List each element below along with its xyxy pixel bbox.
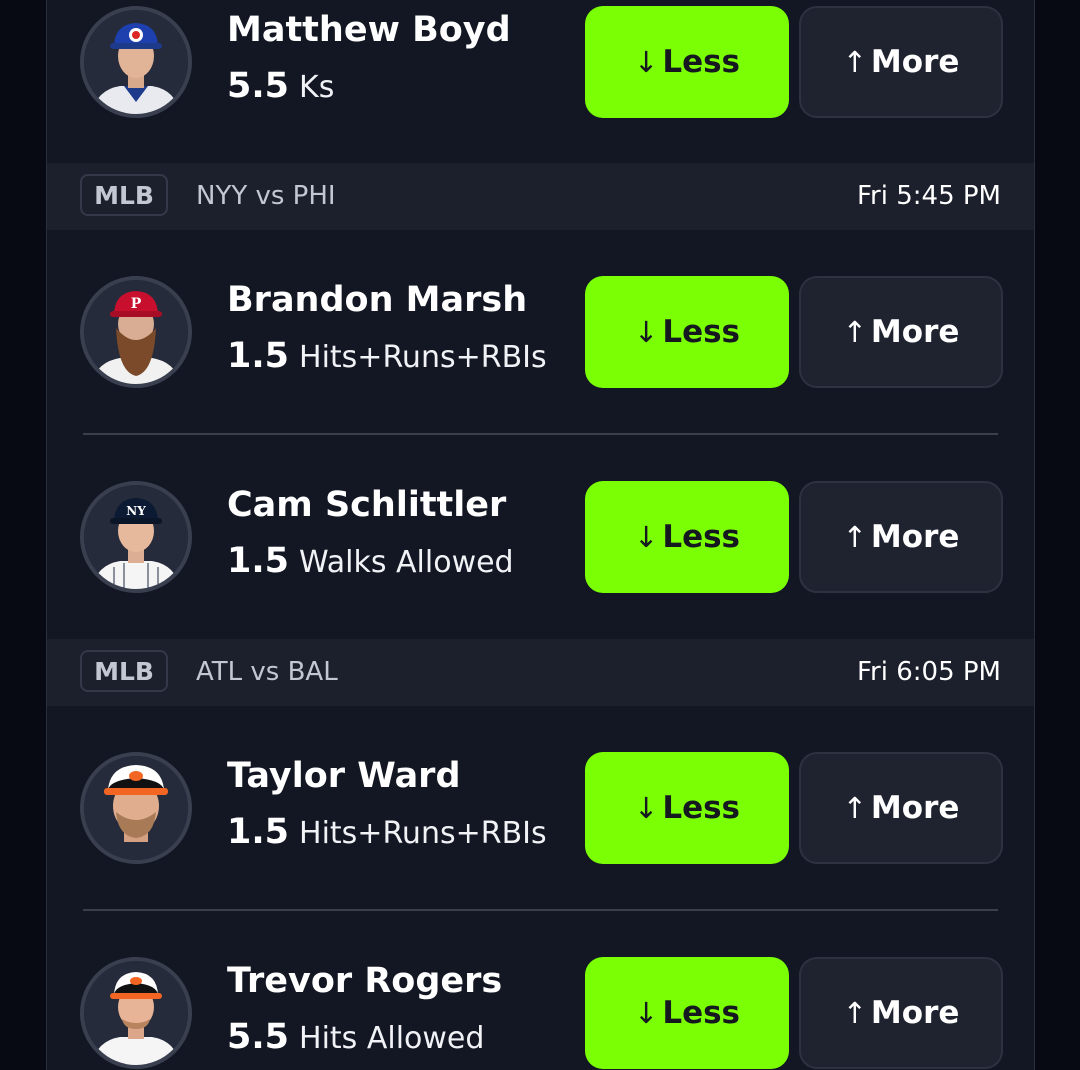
- player-row: P Brandon Marsh 1.5 Hits+Runs+RBIs ↓ Less …: [47, 276, 1034, 388]
- more-label: More: [870, 314, 960, 350]
- player-name: Brandon Marsh: [227, 280, 528, 320]
- divider: [83, 433, 998, 435]
- arrow-down-icon: ↓: [634, 45, 659, 79]
- less-button[interactable]: ↓ Less: [585, 276, 789, 388]
- player-avatar: [80, 6, 192, 118]
- less-button[interactable]: ↓ Less: [585, 6, 789, 118]
- player-projection: 1.5 Hits+Runs+RBIs: [227, 336, 547, 376]
- more-button[interactable]: ↑ More: [799, 957, 1003, 1069]
- player-projection: 5.5 Ks: [227, 66, 334, 106]
- line-value: 5.5: [227, 66, 290, 106]
- arrow-up-icon: ↑: [842, 45, 867, 79]
- player-name: Matthew Boyd: [227, 10, 511, 50]
- more-button[interactable]: ↑ More: [799, 6, 1003, 118]
- game-matchup: ATL vs BAL: [196, 657, 338, 687]
- arrow-up-icon: ↑: [842, 791, 867, 825]
- less-label: Less: [662, 995, 740, 1031]
- line-value: 1.5: [227, 541, 290, 581]
- more-label: More: [870, 519, 960, 555]
- less-button[interactable]: ↓ Less: [585, 752, 789, 864]
- more-button[interactable]: ↑ More: [799, 481, 1003, 593]
- arrow-up-icon: ↑: [842, 996, 867, 1030]
- svg-text:P: P: [131, 296, 142, 312]
- player-row: Taylor Ward 1.5 Hits+Runs+RBIs ↓ Less ↑ Mor…: [47, 752, 1034, 864]
- game-header: MLB ATL vs BAL Fri 6:05 PM: [47, 639, 1034, 706]
- more-label: More: [870, 790, 960, 826]
- player-projection: 1.5 Walks Allowed: [227, 541, 514, 581]
- less-button[interactable]: ↓ Less: [585, 481, 789, 593]
- player-projection: 5.5 Hits Allowed: [227, 1017, 484, 1057]
- league-badge: MLB: [80, 650, 168, 692]
- player-projection: 1.5 Hits+Runs+RBIs: [227, 812, 547, 852]
- projections-list: Matthew Boyd 5.5 Ks ↓ Less ↑ More MLB NYY v…: [46, 0, 1035, 1070]
- line-value: 1.5: [227, 336, 290, 376]
- svg-text:NY: NY: [126, 504, 146, 518]
- arrow-up-icon: ↑: [842, 520, 867, 554]
- game-matchup: NYY vs PHI: [196, 181, 336, 211]
- player-avatar: [80, 957, 192, 1069]
- game-time: Fri 6:05 PM: [856, 657, 1001, 687]
- more-button[interactable]: ↑ More: [799, 276, 1003, 388]
- player-avatar: NY: [80, 481, 192, 593]
- game-header: MLB NYY vs PHI Fri 5:45 PM: [47, 163, 1034, 230]
- line-value: 5.5: [227, 1017, 290, 1057]
- arrow-up-icon: ↑: [842, 315, 867, 349]
- player-name: Cam Schlittler: [227, 485, 507, 525]
- player-row: Matthew Boyd 5.5 Ks ↓ Less ↑ More: [47, 6, 1034, 118]
- player-avatar: [80, 752, 192, 864]
- less-label: Less: [662, 314, 740, 350]
- stat-type: Walks Allowed: [299, 545, 514, 580]
- divider: [83, 909, 998, 911]
- more-label: More: [870, 995, 960, 1031]
- less-label: Less: [662, 519, 740, 555]
- stat-type: Hits Allowed: [299, 1021, 485, 1056]
- arrow-down-icon: ↓: [634, 791, 659, 825]
- player-name: Trevor Rogers: [227, 961, 503, 1001]
- arrow-down-icon: ↓: [634, 996, 659, 1030]
- arrow-down-icon: ↓: [634, 315, 659, 349]
- line-value: 1.5: [227, 812, 290, 852]
- game-time: Fri 5:45 PM: [856, 181, 1001, 211]
- stat-type: Hits+Runs+RBIs: [299, 340, 547, 375]
- less-button[interactable]: ↓ Less: [585, 957, 789, 1069]
- stat-type: Ks: [299, 70, 335, 105]
- less-label: Less: [662, 44, 740, 80]
- player-avatar: P: [80, 276, 192, 388]
- player-row: NY Cam Schlittler 1.5 Walks Allowed ↓ Less…: [47, 481, 1034, 593]
- player-row: Trevor Rogers 5.5 Hits Allowed ↓ Less ↑ Mor…: [47, 957, 1034, 1069]
- arrow-down-icon: ↓: [634, 520, 659, 554]
- less-label: Less: [662, 790, 740, 826]
- player-name: Taylor Ward: [227, 756, 461, 796]
- more-label: More: [870, 44, 960, 80]
- more-button[interactable]: ↑ More: [799, 752, 1003, 864]
- stat-type: Hits+Runs+RBIs: [299, 816, 547, 851]
- league-badge: MLB: [80, 174, 168, 216]
